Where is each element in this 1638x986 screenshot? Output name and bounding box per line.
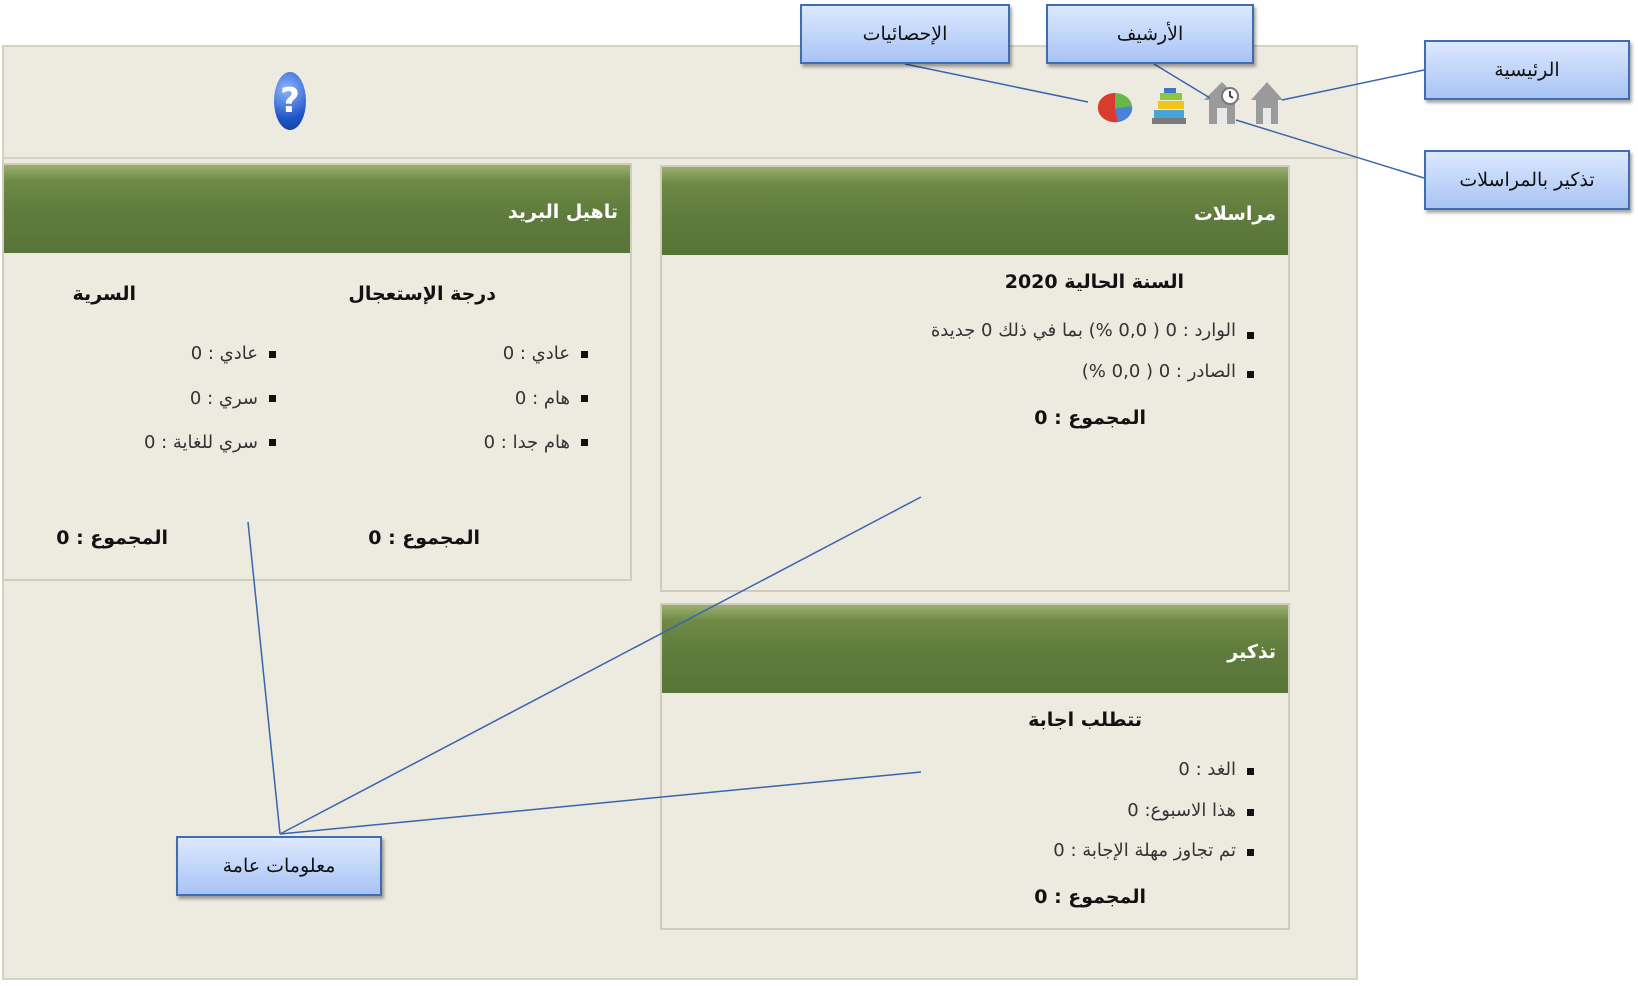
archive-callout: الأرشيف (1046, 4, 1254, 64)
general-info-callout: معلومات عامة (176, 836, 382, 896)
home-callout: الرئيسية (1424, 40, 1630, 100)
reminder-callout: تذكير بالمراسلات (1424, 150, 1630, 210)
statistics-callout: الإحصائيات (800, 4, 1010, 64)
